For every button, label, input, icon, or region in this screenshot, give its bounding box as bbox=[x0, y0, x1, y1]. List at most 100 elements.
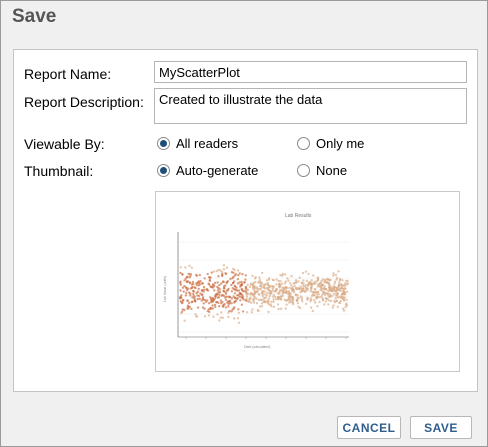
thumbnail-label: Thumbnail: bbox=[24, 163, 94, 179]
scatter-point bbox=[295, 281, 298, 284]
scatter-point bbox=[312, 290, 316, 294]
scatter-point bbox=[208, 279, 212, 282]
scatter-point bbox=[244, 274, 247, 277]
scatter-point bbox=[285, 299, 288, 302]
scatter-point bbox=[296, 302, 300, 305]
scatter-point bbox=[244, 290, 247, 293]
scatter-point bbox=[272, 293, 275, 297]
thumbnail-x-label: Date (calculated) bbox=[244, 345, 270, 349]
scatter-point bbox=[270, 300, 273, 303]
scatter-point bbox=[292, 291, 296, 294]
scatter-point bbox=[268, 295, 271, 298]
scatter-point bbox=[227, 287, 230, 291]
scatter-point bbox=[210, 299, 214, 303]
scatter-point bbox=[288, 286, 291, 290]
scatter-point bbox=[274, 297, 278, 301]
scatter-point bbox=[198, 273, 201, 277]
scatter-point bbox=[298, 306, 302, 310]
scatter-point bbox=[213, 303, 217, 307]
scatter-point bbox=[290, 274, 293, 278]
scatter-point bbox=[324, 300, 327, 303]
scatter-point bbox=[339, 287, 343, 290]
scatter-point bbox=[311, 309, 314, 313]
scatter-point bbox=[316, 290, 320, 294]
scatter-point bbox=[258, 305, 262, 308]
scatter-point bbox=[250, 311, 253, 314]
scatter-point bbox=[293, 284, 296, 288]
scatter-point bbox=[338, 289, 341, 292]
scatter-point bbox=[200, 282, 204, 285]
scatter-point bbox=[289, 300, 293, 304]
scatter-point bbox=[179, 271, 182, 275]
scatter-point bbox=[307, 281, 310, 284]
scatter-point bbox=[257, 293, 260, 296]
scatter-point bbox=[196, 297, 199, 301]
scatter-point bbox=[289, 292, 292, 295]
scatter-point bbox=[190, 283, 193, 286]
scatter-point bbox=[303, 285, 306, 288]
scatter-point bbox=[266, 286, 269, 289]
scatter-point bbox=[233, 284, 236, 288]
scatter-point bbox=[191, 280, 195, 284]
scatter-point bbox=[230, 290, 234, 293]
scatter-point bbox=[321, 298, 325, 301]
scatter-point bbox=[193, 299, 197, 302]
report-description-textarea[interactable]: Created to illustrate the data bbox=[154, 88, 467, 124]
scatter-point bbox=[291, 296, 295, 299]
scatter-point bbox=[251, 282, 254, 286]
scatter-point bbox=[310, 279, 313, 282]
scatter-point bbox=[272, 305, 276, 308]
scatter-point bbox=[281, 274, 284, 277]
scatter-point bbox=[240, 303, 244, 306]
scatter-point bbox=[333, 299, 336, 303]
radio-only-me[interactable]: Only me bbox=[297, 136, 364, 151]
scatter-point bbox=[334, 297, 337, 300]
scatter-point bbox=[254, 290, 258, 294]
scatter-point bbox=[332, 274, 335, 277]
scatter-point bbox=[279, 307, 283, 310]
scatter-point bbox=[209, 276, 212, 279]
scatter-point bbox=[315, 280, 318, 283]
scatter-point bbox=[182, 290, 185, 293]
scatter-point bbox=[211, 304, 214, 307]
scatter-point bbox=[186, 299, 189, 302]
radio-none[interactable]: None bbox=[297, 163, 347, 178]
scatter-point bbox=[198, 283, 202, 286]
radio-button[interactable] bbox=[297, 164, 310, 177]
scatter-point bbox=[228, 301, 231, 305]
save-button[interactable]: SAVE bbox=[410, 416, 472, 439]
scatter-point bbox=[216, 281, 219, 284]
radio-auto-generate[interactable]: Auto-generate bbox=[157, 163, 258, 178]
scatter-point bbox=[275, 278, 278, 281]
scatter-point bbox=[265, 279, 269, 282]
scatter-point bbox=[333, 280, 337, 283]
dialog-title: Save bbox=[12, 6, 57, 27]
scatter-point bbox=[200, 293, 203, 296]
scatter-point bbox=[319, 288, 322, 292]
scatter-point bbox=[313, 299, 316, 302]
scatter-point bbox=[237, 274, 240, 277]
radio-all-readers[interactable]: All readers bbox=[157, 136, 238, 151]
scatter-point bbox=[203, 307, 206, 310]
scatter-point bbox=[268, 285, 271, 289]
cancel-button[interactable]: CANCEL bbox=[337, 416, 401, 439]
report-name-input[interactable]: MyScatterPlot bbox=[154, 61, 467, 83]
scatter-point bbox=[214, 295, 217, 298]
scatter-point bbox=[237, 311, 241, 314]
scatter-point bbox=[241, 273, 244, 276]
scatter-point bbox=[217, 275, 220, 278]
scatter-point bbox=[216, 313, 219, 316]
radio-button[interactable] bbox=[297, 137, 310, 150]
radio-all-readers-label: All readers bbox=[176, 136, 239, 151]
scatter-point bbox=[181, 273, 184, 276]
scatter-point bbox=[314, 301, 317, 304]
scatter-point bbox=[181, 308, 184, 311]
radio-button[interactable] bbox=[157, 137, 170, 150]
radio-button[interactable] bbox=[157, 164, 170, 177]
scatter-point bbox=[179, 266, 182, 269]
scatter-point bbox=[278, 292, 281, 295]
scatter-point bbox=[344, 282, 347, 285]
scatter-point bbox=[323, 293, 327, 296]
scatter-point bbox=[290, 287, 293, 290]
scatter-point bbox=[316, 305, 319, 308]
